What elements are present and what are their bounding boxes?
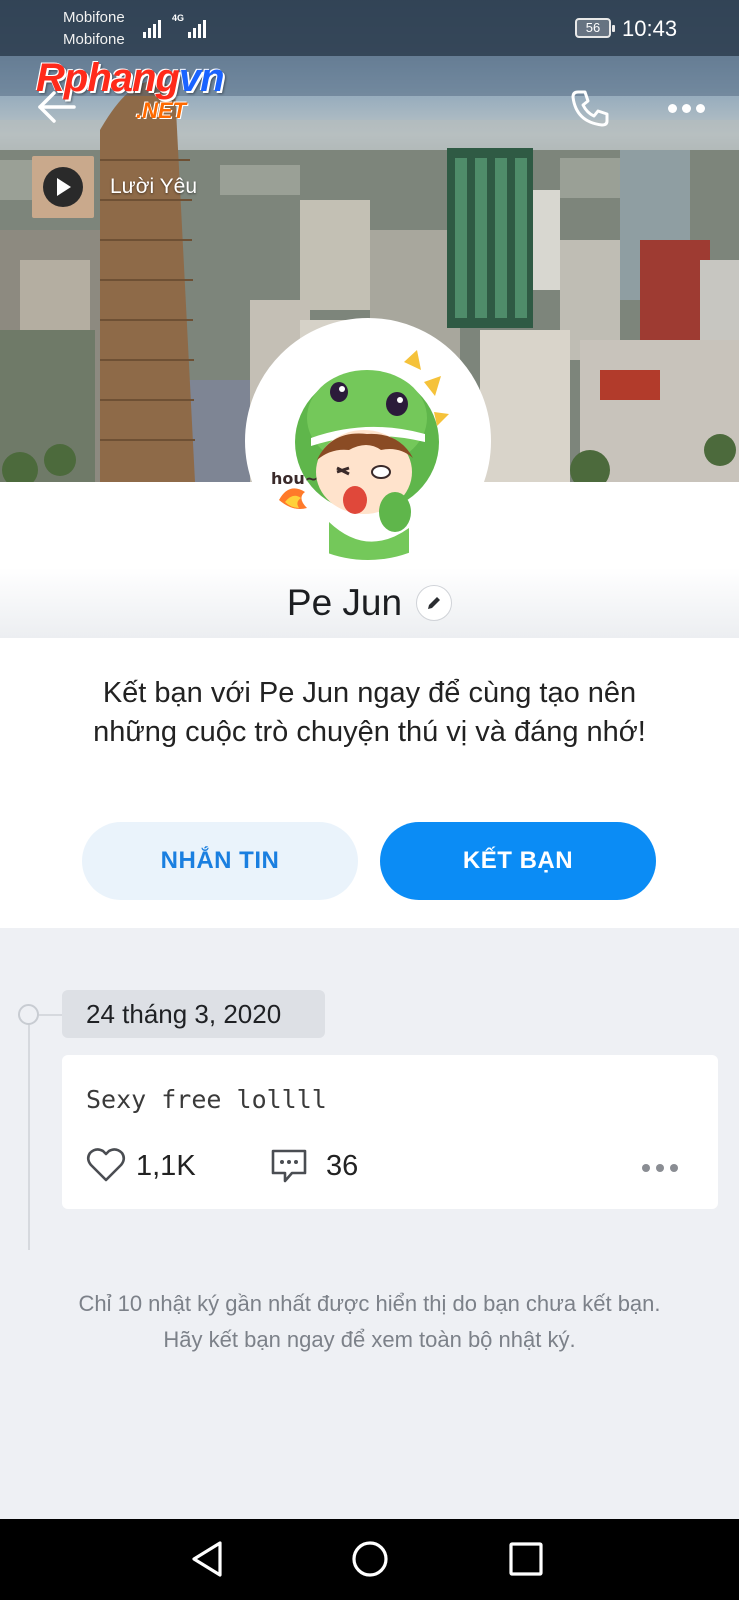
signal-icon [143,16,161,38]
message-button[interactable]: NHẮN TIN [82,822,358,900]
status-bar: Mobifone Mobifone 4G 56 10:43 [0,0,739,56]
like-count: 1,1K [136,1150,196,1182]
comment-button[interactable] [270,1147,308,1185]
post-text: Sexy free lollll [86,1085,327,1114]
friend-invite-card: Kết bạn với Pe Jun ngay để cùng tạo nên … [0,638,739,928]
profile-name-row: Pe Jun [0,582,739,624]
more-options-button[interactable] [668,96,712,120]
dot-icon [682,103,691,113]
timeline-line [28,1014,30,1250]
clock: 10:43 [622,16,678,41]
profile-name: Pe Jun [286,582,403,623]
music-thumbnail[interactable] [32,156,94,218]
edit-name-button[interactable] [416,585,453,621]
avatar-label: hou~ [271,469,318,488]
avatar-image: hou~ [249,322,487,560]
signal-icon-2 [188,16,206,38]
carrier-2-label: Mobifone [63,31,125,48]
nav-recents-button[interactable] [508,1541,544,1582]
nav-home-button[interactable] [350,1539,390,1584]
music-title: Lười Yêu [110,175,197,198]
comment-icon [271,1149,307,1183]
dot-icon [670,1164,678,1172]
avatar[interactable]: hou~ [245,318,491,564]
timeline-dot [18,1004,39,1025]
timeline-notice: Chỉ 10 nhật ký gần nhất được hiển thị do… [78,1291,661,1352]
profile-music[interactable]: Lười Yêu [32,156,197,218]
heart-icon [86,1148,126,1182]
back-button[interactable] [34,85,78,129]
play-icon [43,167,83,207]
add-friend-button[interactable]: KẾT BẠN [380,822,656,900]
dot-icon [696,103,705,113]
timeline-connector [39,1014,62,1016]
nav-back-button[interactable] [188,1539,226,1584]
post-card[interactable]: Sexy free lollll 1,1K 36 [62,1055,718,1209]
dot-icon [668,103,677,113]
dot-icon [642,1164,650,1172]
network-type-label: 4G [172,13,185,23]
circle-home-icon [352,1541,388,1577]
invite-message: Kết bạn với Pe Jun ngay để cùng tạo nên … [93,677,646,748]
timeline-date: 24 tháng 3, 2020 [62,990,325,1038]
post-more-button[interactable] [642,1164,678,1172]
triangle-back-icon [192,1541,222,1577]
like-button[interactable] [86,1147,126,1183]
dot-icon [656,1164,664,1172]
comment-count: 36 [326,1150,359,1182]
system-nav-bar [0,1519,739,1600]
carrier-1-label: Mobifone [63,9,125,26]
battery-indicator: 56 [575,18,615,38]
square-recents-icon [509,1542,543,1576]
call-button[interactable] [568,86,612,130]
pencil-icon [428,597,441,609]
phone-icon [571,90,609,127]
arrow-left-icon [38,91,76,123]
